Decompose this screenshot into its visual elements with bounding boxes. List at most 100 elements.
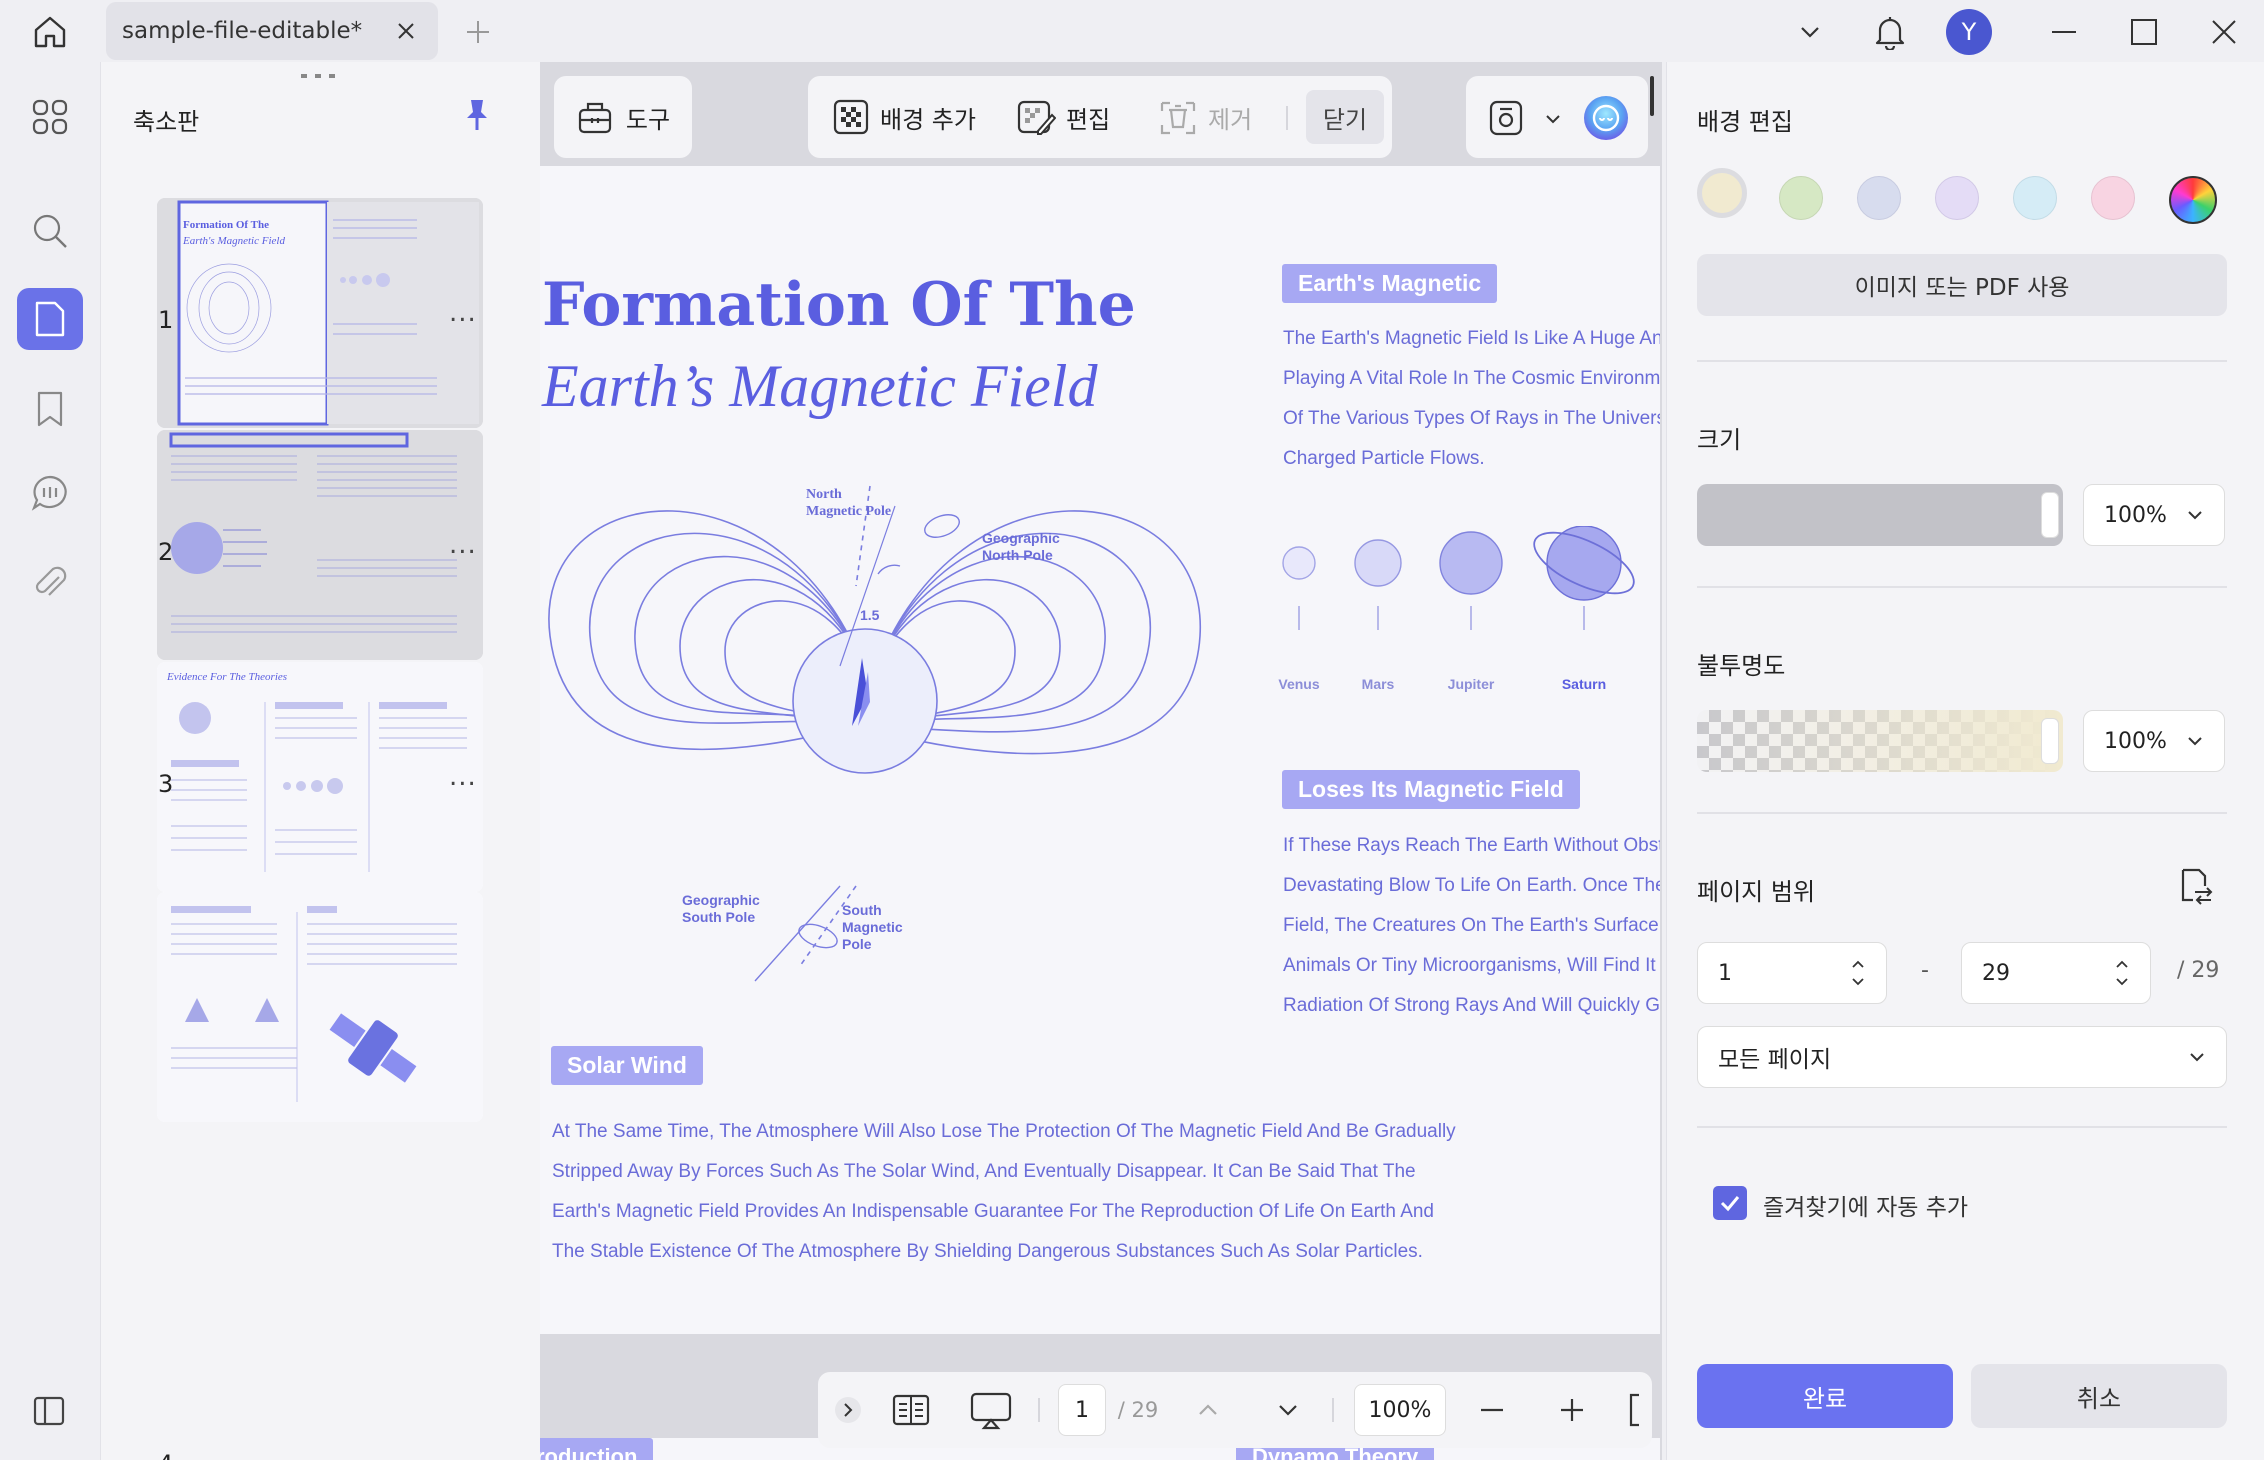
slider-handle[interactable] (2041, 718, 2059, 764)
more-icon[interactable]: ... (449, 530, 477, 560)
slider-handle[interactable] (2041, 492, 2059, 538)
cancel-button[interactable]: 취소 (1971, 1364, 2227, 1428)
divider (1697, 586, 2227, 588)
size-label: 크기 (1697, 426, 1742, 454)
drag-handle[interactable] (301, 74, 335, 78)
solar-paragraph: At The Same Time, The Atmosphere Will Al… (552, 1112, 1456, 1272)
previous-page-icon[interactable] (1188, 1384, 1228, 1436)
attachment-icon[interactable] (17, 552, 83, 614)
color-swatch[interactable] (1779, 176, 1823, 220)
north-magnetic-pole-label: North Magnetic Pole (806, 487, 892, 519)
text-line: The Earth's Magnetic Field Is Like A Hug… (1283, 328, 1660, 349)
page-number-input[interactable]: 1 (1058, 1384, 1106, 1436)
use-image-pdf-button[interactable]: 이미지 또는 PDF 사용 (1697, 254, 2227, 316)
document-tab[interactable]: sample-file-editable* (106, 2, 438, 60)
section-tag-solar: Solar Wind (551, 1046, 703, 1085)
zoom-out-icon[interactable] (1472, 1384, 1512, 1436)
more-icon[interactable]: ... (449, 298, 477, 328)
home-icon[interactable] (26, 10, 74, 54)
pin-icon[interactable] (463, 98, 491, 132)
page-number: 3 (158, 770, 174, 798)
swap-range-icon[interactable] (2175, 866, 2215, 906)
stepper-icon[interactable] (1850, 956, 1866, 990)
page-number: 4 (158, 1450, 173, 1460)
tool-button[interactable]: 도구 (554, 76, 692, 158)
page-thumbnail[interactable]: Formation Of The Earth's Magnetic Field (157, 198, 483, 428)
remove-background-button[interactable]: 제거 (1148, 90, 1262, 144)
page-layout-icon[interactable] (886, 1384, 936, 1436)
svg-text:Formation Of The: Formation Of The (183, 219, 269, 231)
checker-icon (833, 99, 869, 135)
tool-label: 도구 (625, 105, 671, 134)
tab-close-icon[interactable] (386, 11, 426, 51)
stepper-icon[interactable] (2114, 956, 2130, 990)
thumbnail-title: 축소판 (133, 108, 200, 136)
bookmark-checkbox[interactable] (1713, 1186, 1747, 1220)
more-icon[interactable]: ... (449, 762, 477, 792)
add-background-button[interactable]: 배경 추가 (822, 90, 986, 144)
page-thumbnail[interactable] (157, 892, 483, 1122)
svg-text:Earth's Magnetic Field: Earth's Magnetic Field (182, 235, 285, 247)
page-thumbnail[interactable] (157, 430, 483, 660)
size-percent-select[interactable]: 100% (2083, 484, 2225, 546)
zoom-level[interactable]: 100% (1354, 1384, 1446, 1436)
search-icon[interactable] (17, 200, 83, 262)
loses-paragraph: If These Rays Reach The Earth Without Ob… (1283, 826, 1660, 1026)
page-thumbnail[interactable]: Evidence For The Theories (157, 662, 483, 892)
size-slider[interactable] (1697, 484, 2063, 546)
presentation-icon[interactable] (964, 1384, 1018, 1436)
expand-icon[interactable] (830, 1384, 866, 1436)
close-background-button[interactable]: 닫기 (1306, 90, 1384, 144)
pages-select[interactable]: 모든 페이지 (1697, 1026, 2227, 1088)
done-button[interactable]: 완료 (1697, 1364, 1953, 1428)
svg-text:Evidence For The Theories: Evidence For The Theories (166, 671, 287, 683)
bell-icon[interactable] (1868, 10, 1912, 54)
check-icon (1720, 1196, 1740, 1212)
text-line: Stripped Away By Forces Such As The Sola… (552, 1161, 1416, 1182)
comment-icon[interactable] (17, 462, 83, 524)
ai-assistant-icon[interactable] (1582, 94, 1630, 142)
minimize-icon[interactable] (2042, 10, 2086, 54)
opacity-percent-select[interactable]: 100% (2083, 710, 2225, 772)
color-swatch[interactable] (2013, 176, 2057, 220)
page-number: 1 (158, 306, 174, 334)
range-to-value: 29 (1982, 960, 2010, 986)
edit-background-button[interactable]: 편집 (1006, 90, 1120, 144)
apps-grid-icon[interactable] (17, 86, 83, 148)
new-tab-icon[interactable] (458, 12, 498, 52)
page-range-label: 페이지 범위 (1697, 878, 1816, 906)
chevron-down-icon[interactable] (1544, 110, 1562, 128)
zoom-in-icon[interactable] (1552, 1384, 1592, 1436)
add-background-label: 배경 추가 (880, 105, 976, 134)
south-magnetic-label: South Magnetic Pole (842, 902, 903, 952)
close-window-icon[interactable] (2202, 10, 2246, 54)
chevron-down-icon[interactable] (1788, 10, 1832, 54)
opacity-slider[interactable] (1697, 710, 2063, 772)
page-title-line2: Earth’s Magnetic Field (542, 353, 1098, 419)
angle-label: 1.5 (860, 607, 880, 623)
color-swatch[interactable] (1857, 176, 1901, 220)
range-from-input[interactable]: 1 (1697, 942, 1887, 1004)
color-swatch[interactable] (1935, 176, 1979, 220)
text-line: Playing A Vital Role In The Cosmic Envir… (1283, 368, 1660, 389)
chevron-down-icon (2190, 1053, 2204, 1062)
sidebar-toggle-icon[interactable] (17, 1380, 83, 1442)
screenshot-icon[interactable] (1488, 98, 1524, 138)
scroll-indicator (1650, 76, 1654, 116)
maximize-icon[interactable] (2122, 10, 2166, 54)
bookmark-label: 즐겨찾기에 자동 추가 (1763, 1195, 1969, 1221)
fit-page-icon[interactable] (1624, 1384, 1644, 1436)
color-swatch[interactable] (1697, 168, 1747, 218)
divider (1697, 1126, 2227, 1128)
bookmark-icon[interactable] (17, 378, 83, 440)
color-swatch[interactable] (2091, 176, 2135, 220)
background-toolbar: 배경 추가 편집 제거 닫기 (808, 76, 1392, 158)
custom-color-wheel-icon[interactable] (2169, 176, 2217, 224)
close-label: 닫기 (1322, 105, 1368, 134)
avatar[interactable]: Y (1946, 9, 1992, 55)
pages-icon[interactable] (17, 288, 83, 350)
magnetic-paragraph: The Earth's Magnetic Field Is Like A Hug… (1283, 319, 1660, 479)
bottom-bar: 1 / 29 100% (818, 1372, 1652, 1448)
next-page-icon[interactable] (1268, 1384, 1308, 1436)
range-to-input[interactable]: 29 (1961, 942, 2151, 1004)
